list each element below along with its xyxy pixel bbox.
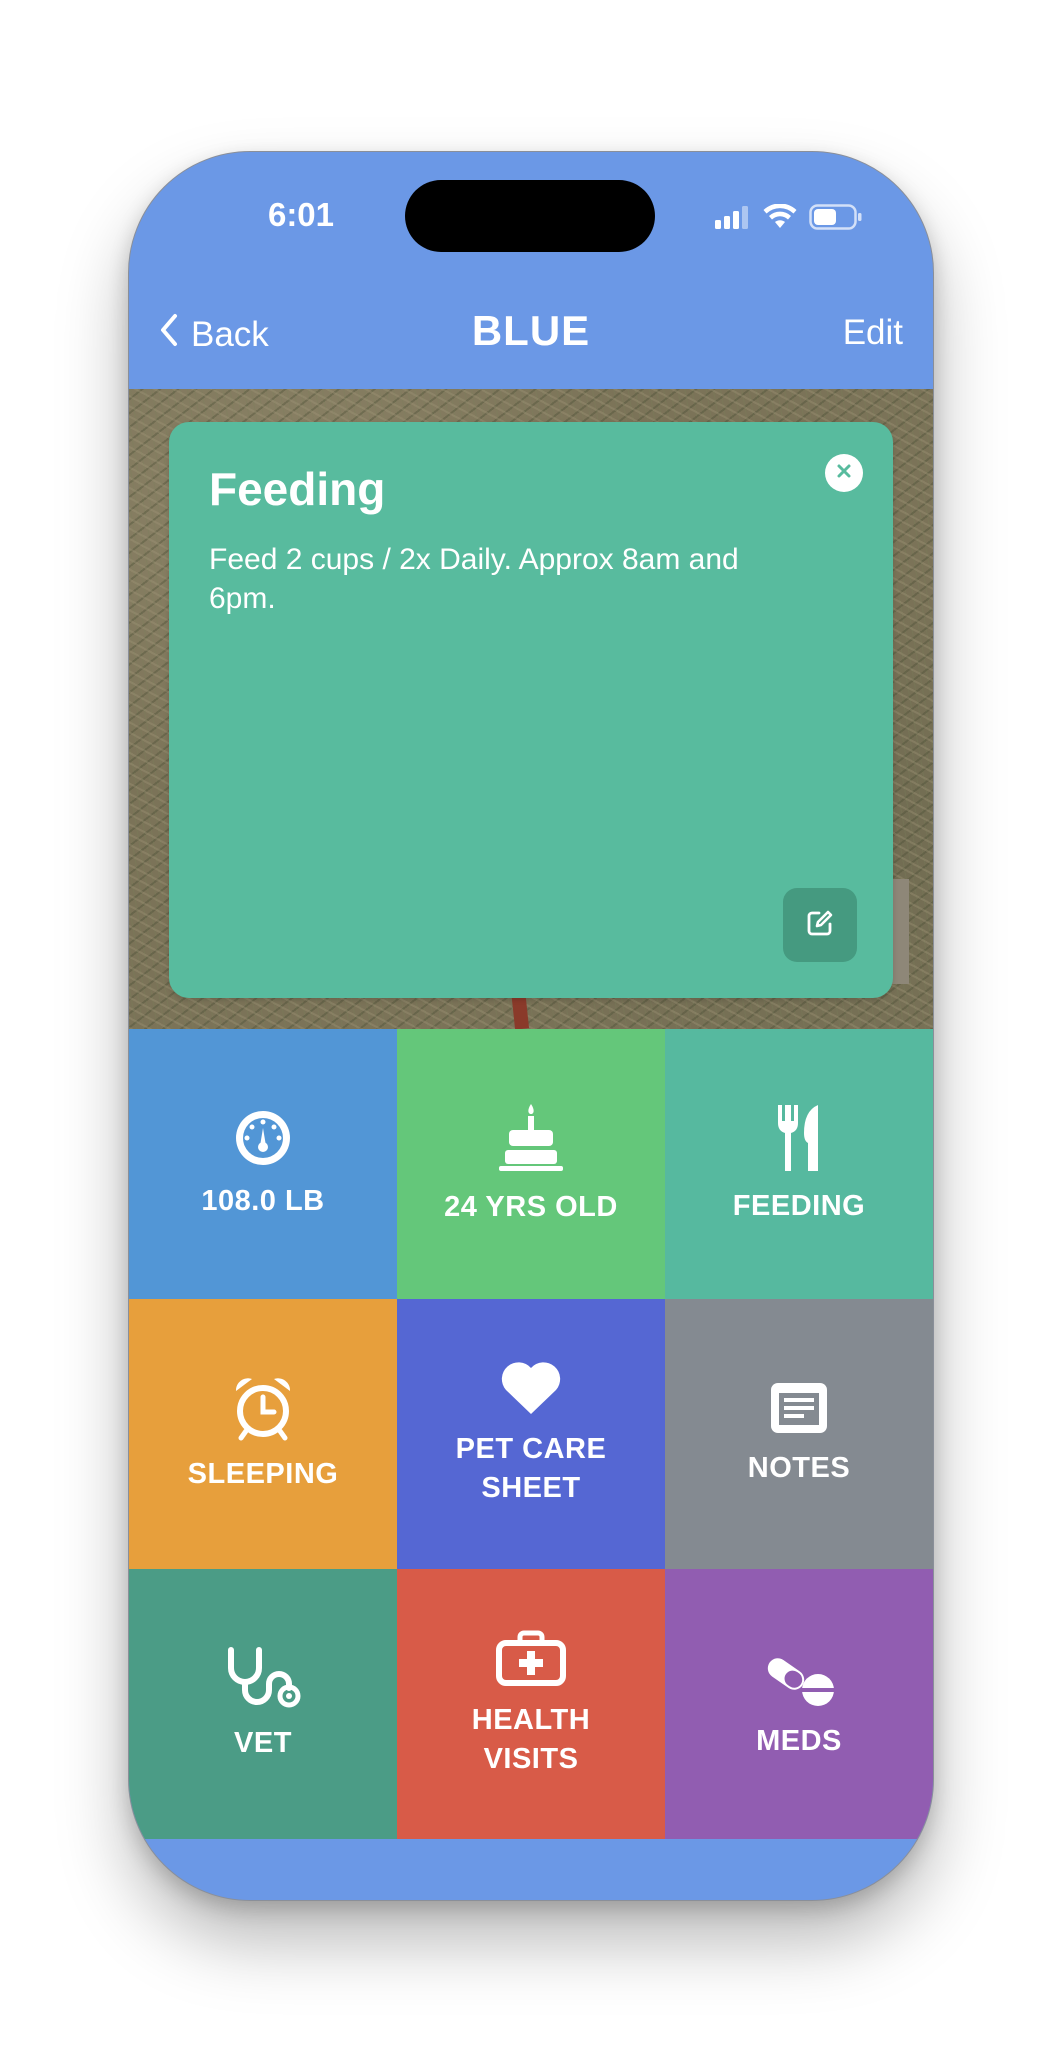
feeding-card: Feeding Feed 2 cups / 2x Daily. Approx 8…	[169, 422, 893, 998]
birthday-cake-icon	[495, 1102, 567, 1174]
status-icons	[715, 203, 863, 235]
tile-label: FEEDING	[732, 1189, 866, 1222]
tile-label: MEDS	[756, 1724, 842, 1757]
stethoscope-icon	[223, 1646, 303, 1710]
close-button[interactable]	[825, 454, 863, 492]
tile-label: HEALTH VISITS	[471, 1704, 591, 1775]
card-body: Feed 2 cups / 2x Daily. Approx 8am and 6…	[209, 543, 739, 615]
battery-icon	[809, 204, 863, 235]
card-title: Feeding	[209, 463, 386, 515]
dynamic-island	[405, 180, 655, 252]
tile-label: NOTES	[747, 1451, 851, 1484]
gauge-icon	[233, 1108, 293, 1168]
close-icon	[836, 463, 852, 484]
tile-label: VET	[234, 1726, 292, 1759]
tile-health-visits[interactable]: HEALTH VISITS	[397, 1569, 665, 1839]
page-title: BLUE	[471, 307, 591, 354]
edit-note-button[interactable]	[783, 888, 857, 962]
tile-meds[interactable]: MEDS	[665, 1569, 933, 1839]
notes-icon	[769, 1381, 829, 1435]
tile-label: 108.0 LB	[201, 1184, 325, 1217]
tile-weight[interactable]: 108.0 LB	[129, 1029, 397, 1299]
tile-feeding[interactable]: FEEDING	[665, 1029, 933, 1299]
tile-label: SLEEPING	[187, 1457, 339, 1490]
tile-notes[interactable]: NOTES	[665, 1299, 933, 1569]
edit-button[interactable]: Edit	[843, 313, 903, 353]
tile-grid: 108.0 LB 24 YRS OLD FEEDING SLEEPING PET…	[129, 1029, 933, 1839]
tile-age[interactable]: 24 YRS OLD	[397, 1029, 665, 1299]
heart-icon	[500, 1360, 562, 1416]
alarm-clock-icon	[232, 1375, 294, 1441]
navigation-bar: Back BLUE Edit	[129, 287, 933, 387]
tile-sleeping[interactable]: SLEEPING	[129, 1299, 397, 1569]
tile-label: 24 YRS OLD	[444, 1190, 618, 1223]
status-time: 6:01	[267, 196, 335, 233]
pills-icon	[762, 1648, 836, 1708]
cellular-signal-icon	[715, 205, 751, 234]
wifi-icon	[763, 203, 797, 235]
edit-icon	[806, 909, 834, 942]
tile-vet[interactable]: VET	[129, 1569, 397, 1839]
tile-label: PET CARE SHEET	[455, 1433, 607, 1504]
medical-kit-icon	[496, 1629, 566, 1687]
phone-frame: 6:01 Back BLUE Edit Feeding Feed 2 cups …	[128, 151, 934, 1901]
fork-knife-icon	[774, 1103, 824, 1173]
tile-pet-care-sheet[interactable]: PET CARE SHEET	[397, 1299, 665, 1569]
screen: 6:01 Back BLUE Edit Feeding Feed 2 cups …	[0, 0, 1060, 2064]
